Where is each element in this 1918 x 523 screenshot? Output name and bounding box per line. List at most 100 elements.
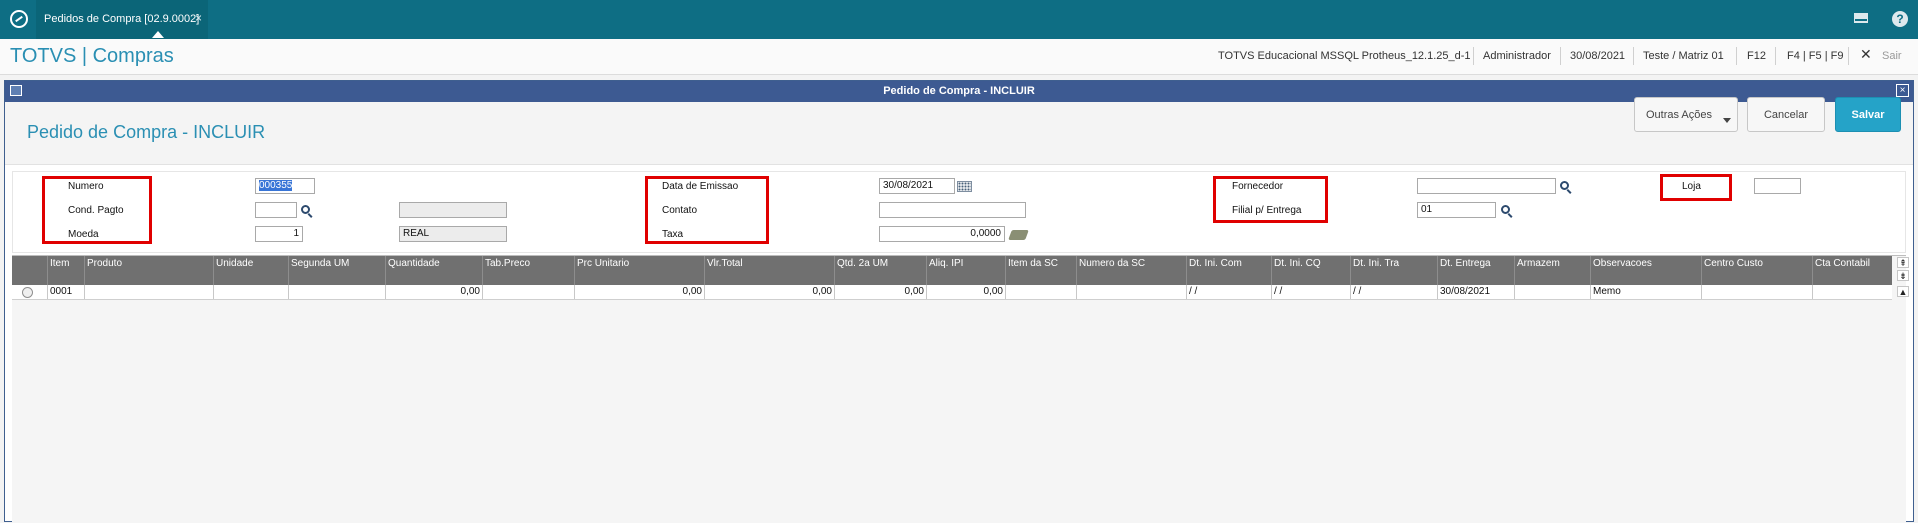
row-select-radio[interactable] <box>22 287 33 298</box>
tab-pedidos-de-compra[interactable]: Pedidos de Compra [02.9.0002] × <box>36 0 208 39</box>
column-header[interactable]: Dt. Ini. Com <box>1186 256 1271 285</box>
column-header[interactable]: Quantidade <box>385 256 482 285</box>
grid-header: Item Produto Unidade Segunda UM Quantidade Ta… <box>12 256 1892 285</box>
column-header[interactable]: Observacoes <box>1590 256 1701 285</box>
window-close-icon[interactable]: × <box>1896 84 1909 97</box>
table-cell[interactable] <box>288 285 385 299</box>
column-header[interactable]: Item da SC <box>1005 256 1076 285</box>
table-cell[interactable] <box>1701 285 1812 299</box>
tab-active-indicator <box>152 31 164 38</box>
divider <box>1848 47 1849 65</box>
user-info[interactable]: Administrador <box>1483 50 1551 62</box>
table-cell[interactable]: / / <box>1186 285 1271 299</box>
column-header[interactable]: Dt. Entrega <box>1437 256 1514 285</box>
numero-value: 000355 <box>259 180 293 191</box>
table-cell[interactable] <box>482 285 574 299</box>
column-header[interactable]: Dt. Ini. CQ <box>1271 256 1350 285</box>
table-cell[interactable] <box>213 285 288 299</box>
moeda-description: REAL <box>399 226 507 242</box>
totvs-logo-icon[interactable] <box>10 10 28 28</box>
exit-button[interactable]: Sair <box>1882 50 1902 62</box>
tab-label: Pedidos de Compra [02.9.0002] <box>44 13 200 25</box>
fornecedor-search-icon[interactable] <box>1560 181 1569 190</box>
column-header[interactable]: Segunda UM <box>288 256 385 285</box>
fornecedor-field[interactable] <box>1417 178 1556 194</box>
table-cell[interactable]: 0,00 <box>926 285 1005 299</box>
cond-pagto-search-icon[interactable] <box>301 205 310 214</box>
scroll-page-button[interactable]: ⇟ <box>1897 270 1909 281</box>
cond-pagto-description <box>399 202 507 218</box>
column-header[interactable]: Qtd. 2a UM <box>834 256 926 285</box>
calendar-icon[interactable] <box>957 181 972 192</box>
table-cell[interactable]: 0,00 <box>704 285 834 299</box>
items-grid: Item Produto Unidade Segunda UM Quantidade Ta… <box>12 255 1909 523</box>
divider <box>1775 47 1776 65</box>
form-header: Pedido de Compra - INCLUIR <box>5 102 1913 165</box>
table-cell[interactable] <box>1076 285 1186 299</box>
column-header[interactable]: Aliq. IPI <box>926 256 1005 285</box>
other-actions-label: Outras Ações <box>1645 109 1713 121</box>
column-header[interactable]: Prc Unitario <box>574 256 704 285</box>
column-header[interactable]: Cta Contabil <box>1812 256 1892 285</box>
scroll-top-button[interactable]: ⇞ <box>1897 257 1909 268</box>
environment-info[interactable]: TOTVS Educacional MSSQL Protheus_12.1.25… <box>1218 50 1471 62</box>
contato-field[interactable] <box>879 202 1026 218</box>
table-cell[interactable]: 30/08/2021 <box>1437 285 1514 299</box>
table-cell[interactable]: 0,00 <box>574 285 704 299</box>
help-icon[interactable]: ? <box>1892 11 1908 27</box>
window-title: Pedido de Compra - INCLUIR <box>883 85 1035 97</box>
table-cell[interactable] <box>1005 285 1076 299</box>
form-title: Pedido de Compra - INCLUIR <box>27 122 266 142</box>
app-title: TOTVS | Compras <box>10 45 174 67</box>
tab-close-icon[interactable]: × <box>195 11 202 25</box>
save-button[interactable]: Salvar <box>1835 97 1901 132</box>
cond-pagto-field[interactable] <box>255 202 297 218</box>
company-info[interactable]: Teste / Matriz 01 <box>1643 50 1724 62</box>
divider <box>1736 47 1737 65</box>
moeda-field[interactable]: 1 <box>255 226 303 242</box>
table-cell[interactable]: 0,00 <box>385 285 482 299</box>
column-header[interactable]: Armazem <box>1514 256 1590 285</box>
other-actions-button[interactable]: Outras Ações <box>1634 97 1738 132</box>
column-header[interactable]: Tab.Preco <box>482 256 574 285</box>
divider <box>1633 47 1634 65</box>
exit-icon[interactable]: ✕ <box>1860 46 1872 63</box>
table-cell[interactable]: Memo <box>1590 285 1701 299</box>
column-header[interactable]: Centro Custo <box>1701 256 1812 285</box>
top-bar: Pedidos de Compra [02.9.0002] × ? <box>0 0 1918 39</box>
data-emissao-field[interactable]: 30/08/2021 <box>879 178 955 194</box>
date-info[interactable]: 30/08/2021 <box>1570 50 1625 62</box>
highlight-box-loja <box>1660 174 1732 201</box>
shortcut-keys[interactable]: F4 | F5 | F9 <box>1787 50 1843 62</box>
filial-entrega-search-icon[interactable] <box>1501 205 1510 214</box>
table-cell[interactable]: 0001 <box>47 285 84 299</box>
column-header[interactable]: Vlr.Total <box>704 256 834 285</box>
filial-entrega-field[interactable]: 01 <box>1417 202 1496 218</box>
scroll-up-button[interactable]: ▲ <box>1897 286 1909 297</box>
column-header[interactable]: Dt. Ini. Tra <box>1350 256 1437 285</box>
cancel-button[interactable]: Cancelar <box>1747 97 1825 132</box>
column-header[interactable]: Unidade <box>213 256 288 285</box>
chevron-down-icon <box>1723 118 1731 123</box>
divider <box>1560 47 1561 65</box>
table-row[interactable]: 0001 0,00 0,00 0,00 0,00 0,00 / / / / / /30/0… <box>12 285 1892 300</box>
numero-field[interactable]: 000355 <box>255 178 315 194</box>
table-cell[interactable]: 0,00 <box>834 285 926 299</box>
shortcut-f12[interactable]: F12 <box>1747 50 1766 62</box>
table-cell[interactable] <box>84 285 213 299</box>
divider <box>1473 47 1474 65</box>
table-cell[interactable] <box>1514 285 1590 299</box>
loja-field[interactable] <box>1754 178 1801 194</box>
highlight-box-middle <box>645 176 769 244</box>
column-header[interactable]: Produto <box>84 256 213 285</box>
window-titlebar: Pedido de Compra - INCLUIR × <box>5 81 1913 102</box>
table-cell[interactable]: / / <box>1350 285 1437 299</box>
table-cell[interactable]: / / <box>1271 285 1350 299</box>
table-cell[interactable] <box>1812 285 1892 299</box>
mail-icon[interactable] <box>1854 13 1868 23</box>
taxa-field[interactable]: 0,0000 <box>879 226 1005 242</box>
highlight-box-left <box>42 176 152 244</box>
column-header[interactable]: Item <box>47 256 84 285</box>
column-header[interactable]: Numero da SC <box>1076 256 1186 285</box>
app-header: TOTVS | Compras TOTVS Educacional MSSQL … <box>0 39 1918 75</box>
